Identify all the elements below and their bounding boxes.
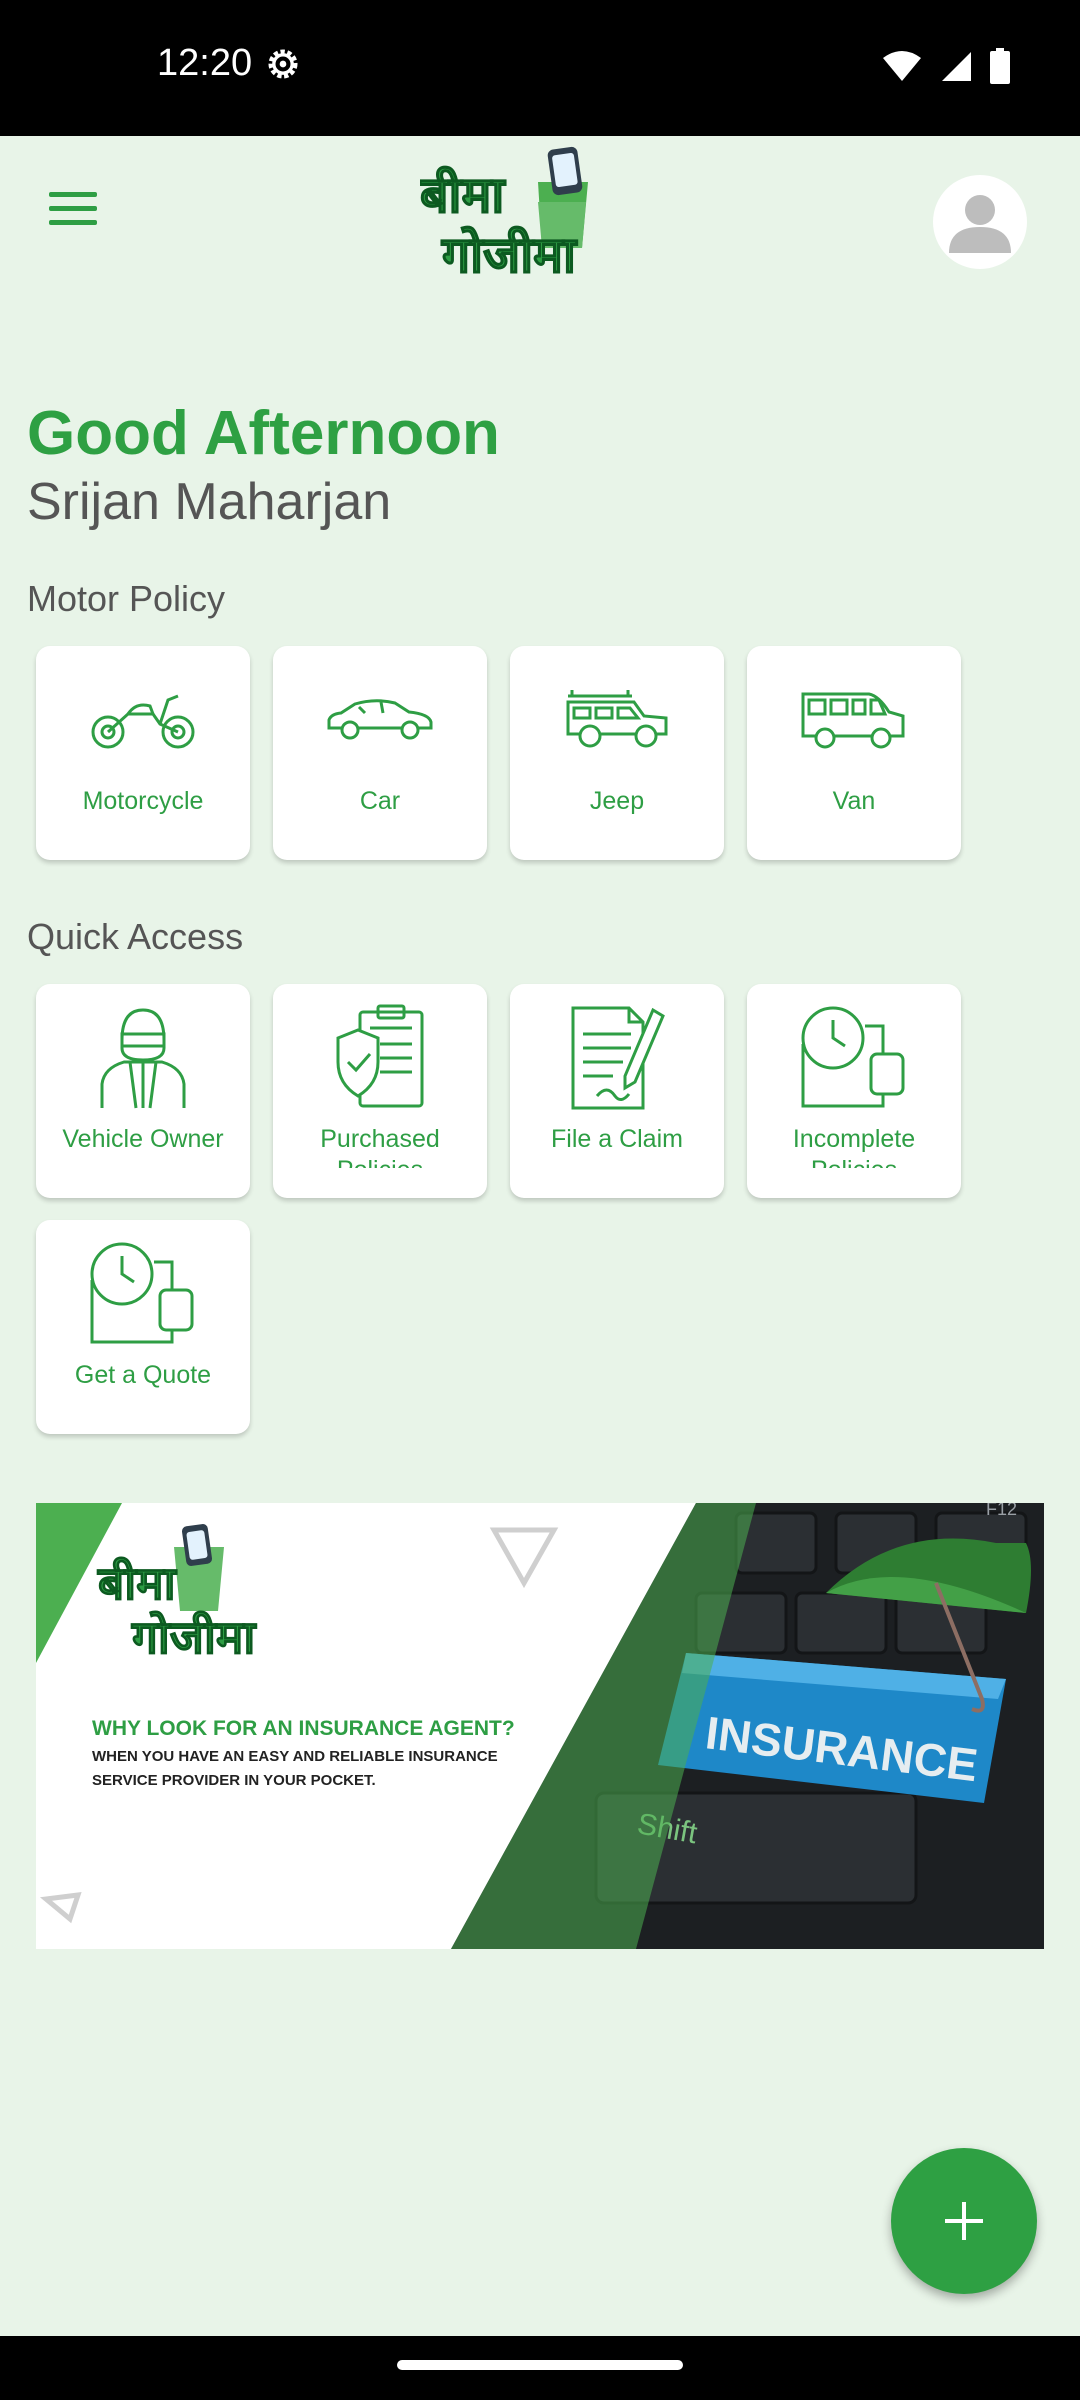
wifi-icon <box>883 51 921 81</box>
settings-gear-icon <box>268 49 298 79</box>
banner-subtext-line2: SERVICE PROVIDER IN YOUR POCKET. <box>92 1772 376 1789</box>
file-claim-card[interactable]: File a Claim <box>510 984 724 1198</box>
plus-icon <box>945 2202 983 2240</box>
menu-button[interactable] <box>44 182 104 234</box>
van-icon <box>801 692 905 749</box>
car-icon <box>327 699 433 740</box>
user-icon <box>949 195 1011 253</box>
home-gesture-handle[interactable] <box>397 2360 683 2370</box>
svg-text:बीमा: बीमा <box>97 1557 178 1609</box>
promo-banner-art: INSURANCE Shift F12 बीमा गोजीमा WHY LOOK… <box>36 1503 1044 1949</box>
motorcycle-card[interactable]: Motorcycle <box>36 646 250 860</box>
logo-line2: गोजीमा <box>441 226 578 283</box>
signal-icon <box>942 52 971 81</box>
van-label: Van <box>832 787 876 815</box>
greeting-title: Good Afternoon <box>27 399 500 468</box>
f12-key-text: F12 <box>986 1503 1017 1519</box>
van-card[interactable]: Van <box>747 646 961 860</box>
purchased-policies-card[interactable]: Purchased Policies <box>273 984 487 1198</box>
car-label: Car <box>359 787 401 815</box>
motor-policy-title: Motor Policy <box>27 578 226 619</box>
purchased-policies-icon <box>336 1004 424 1108</box>
get-quote-card[interactable]: Get a Quote <box>36 1220 250 1434</box>
battery-icon <box>990 48 1010 84</box>
purchased-policies-label: Purchased Policies <box>320 1125 440 1168</box>
banner-subtext-line1: WHEN YOU HAVE AN EASY AND RELIABLE INSUR… <box>92 1748 498 1765</box>
profile-avatar[interactable] <box>933 175 1027 269</box>
jeep-label: Jeep <box>589 787 645 815</box>
status-bar: 12:20 <box>0 0 1080 136</box>
vehicle-owner-card[interactable]: Vehicle Owner <box>36 984 250 1198</box>
incomplete-policies-card[interactable]: Incomplete Policies <box>747 984 961 1198</box>
incomplete-policies-label: Incomplete Policies <box>792 1125 916 1168</box>
app-logo: बीमा गोजीमा <box>420 146 588 284</box>
incomplete-policies-icon <box>801 1006 905 1108</box>
jeep-card[interactable]: Jeep <box>510 646 724 860</box>
file-claim-icon <box>571 1006 665 1110</box>
get-quote-icon <box>90 1242 194 1344</box>
add-fab-button[interactable] <box>891 2148 1037 2294</box>
promo-banner[interactable]: INSURANCE Shift F12 बीमा गोजीमा WHY LOOK… <box>36 1503 1044 1949</box>
quick-access-title: Quick Access <box>27 916 244 957</box>
banner-headline: WHY LOOK FOR AN INSURANCE AGENT? <box>92 1717 515 1740</box>
svg-text:गोजीमा: गोजीमा <box>131 1611 257 1663</box>
vehicle-owner-label: Vehicle Owner <box>62 1125 224 1153</box>
file-claim-label: File a Claim <box>551 1125 683 1153</box>
jeep-icon <box>566 690 668 748</box>
status-time: 12:20 <box>157 42 253 84</box>
logo-line1: बीमा <box>420 166 506 223</box>
motorcycle-label: Motorcycle <box>82 787 204 815</box>
vehicle-owner-icon <box>100 1008 186 1109</box>
car-card[interactable]: Car <box>273 646 487 860</box>
get-quote-label: Get a Quote <box>74 1361 212 1389</box>
status-icons <box>882 48 1010 84</box>
system-nav-bar <box>0 2336 1080 2400</box>
user-name: Srijan Maharjan <box>27 473 392 531</box>
motorcycle-icon <box>91 694 195 749</box>
